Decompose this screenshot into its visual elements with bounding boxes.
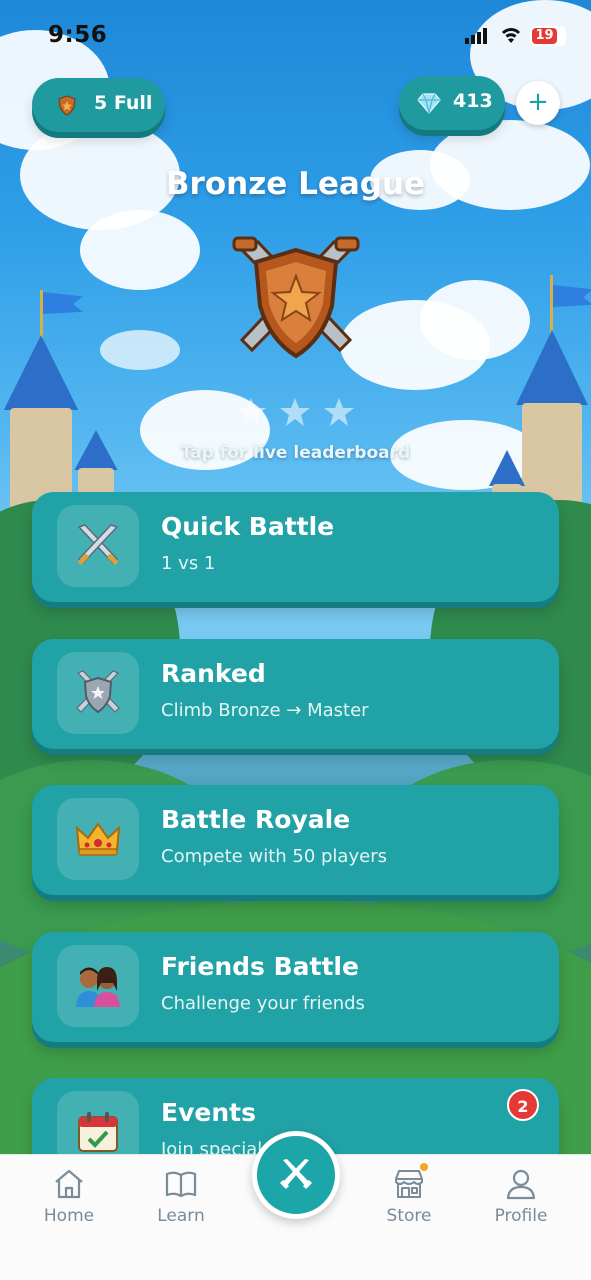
league-shield-icon	[58, 95, 76, 116]
store-notification-dot	[420, 1163, 428, 1171]
friends-battle-title: Friends Battle	[161, 952, 359, 981]
diamond-icon	[417, 93, 441, 114]
league-stars	[236, 398, 354, 426]
crossed-swords-icon	[77, 524, 119, 565]
quick-battle-card[interactable]: Quick Battle 1 vs 1	[32, 492, 559, 602]
nav-home-label: Home	[43, 1206, 95, 1226]
store-icon	[395, 1170, 423, 1198]
events-notification-badge: 2	[507, 1089, 539, 1121]
quick-battle-subtitle: 1 vs 1	[161, 553, 216, 574]
friends-icon	[76, 967, 120, 1007]
friends-battle-card[interactable]: Friends Battle Challenge your friends	[32, 932, 559, 1042]
league-status-button[interactable]: 5 Full	[32, 78, 165, 132]
nav-store[interactable]: Store	[364, 1167, 454, 1226]
ranked-title: Ranked	[161, 659, 266, 688]
star-icon	[324, 398, 354, 426]
crown-icon	[75, 822, 121, 856]
leaderboard-hint[interactable]: Tap for live leaderboard	[0, 443, 591, 463]
battle-royale-icon-box	[57, 798, 139, 880]
friends-battle-icon-box	[57, 945, 139, 1027]
nav-learn-label: Learn	[157, 1206, 205, 1226]
nav-home[interactable]: Home	[24, 1167, 114, 1226]
home-icon	[55, 1169, 83, 1199]
battle-button[interactable]	[252, 1131, 340, 1219]
battle-royale-subtitle: Compete with 50 players	[161, 846, 387, 867]
book-icon	[165, 1171, 197, 1198]
cellular-signal-icon	[465, 28, 487, 44]
ranked-icon-box	[57, 652, 139, 734]
shield-swords-icon	[76, 670, 120, 714]
league-title[interactable]: Bronze League	[0, 166, 591, 202]
add-gems-button[interactable]: +	[516, 81, 560, 125]
nav-profile[interactable]: Profile	[476, 1167, 566, 1226]
quick-battle-title: Quick Battle	[161, 512, 335, 541]
status-bar: 9:56 19	[0, 18, 591, 54]
quick-battle-icon-box	[57, 505, 139, 587]
wifi-icon	[501, 28, 521, 43]
battle-swords-icon	[280, 1159, 312, 1189]
plus-icon: +	[527, 87, 549, 117]
battery-level: 19	[532, 28, 557, 44]
battle-royale-card[interactable]: Battle Royale Compete with 50 players	[32, 785, 559, 895]
ranked-subtitle: Climb Bronze → Master	[161, 700, 369, 721]
nav-learn[interactable]: Learn	[136, 1167, 226, 1226]
calendar-icon	[78, 1112, 118, 1152]
events-title: Events	[161, 1098, 256, 1127]
star-icon	[280, 398, 310, 426]
gems-balance[interactable]: 413	[399, 76, 505, 130]
game-home-screen: 9:56 19 5 Full 413 + Bronze League Tap f…	[0, 0, 591, 1280]
ranked-card[interactable]: Ranked Climb Bronze → Master	[32, 639, 559, 749]
gems-count: 413	[453, 90, 493, 112]
person-icon	[506, 1169, 536, 1200]
nav-profile-label: Profile	[494, 1206, 548, 1226]
bronze-shield-swords-icon[interactable]	[228, 236, 364, 360]
clock: 9:56	[48, 22, 108, 48]
battle-royale-title: Battle Royale	[161, 805, 351, 834]
nav-store-label: Store	[386, 1206, 432, 1226]
friends-battle-subtitle: Challenge your friends	[161, 993, 365, 1014]
league-status-label: 5 Full	[94, 92, 153, 114]
star-icon	[236, 398, 266, 426]
battery-icon: 19	[530, 26, 566, 46]
